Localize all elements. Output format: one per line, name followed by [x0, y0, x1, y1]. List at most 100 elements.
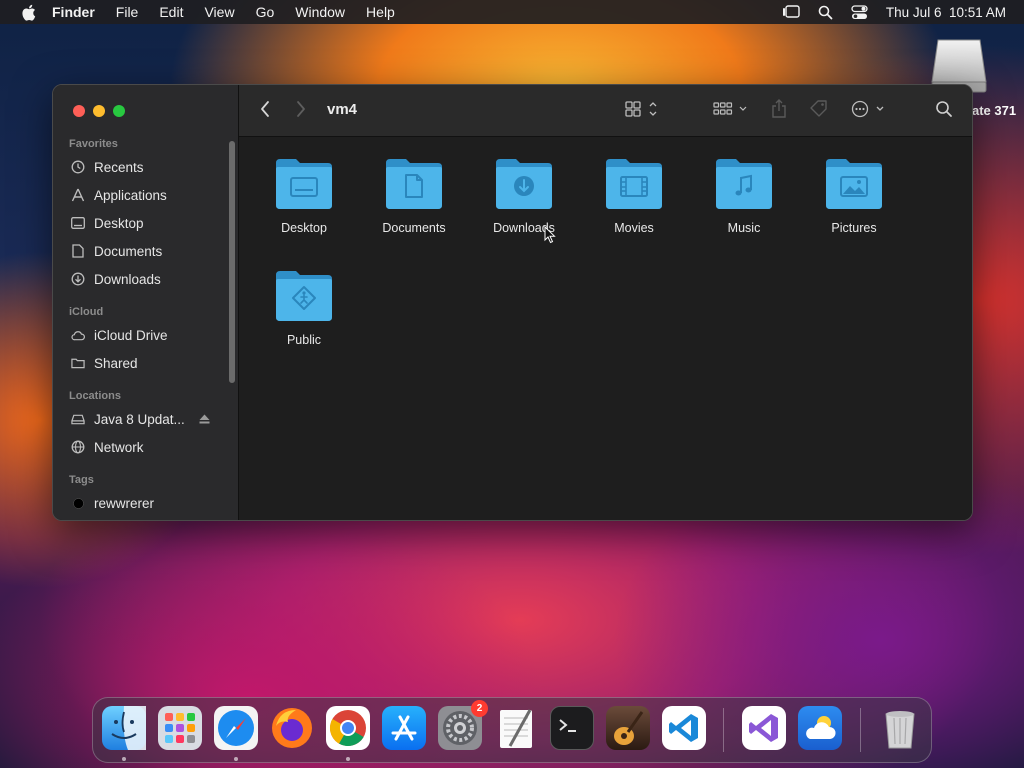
back-button[interactable] [259, 99, 271, 123]
settings-icon[interactable]: 2 [438, 700, 488, 750]
share-button[interactable] [771, 98, 787, 124]
folder-grid: Desktop Documents Downloads Movies Music… [239, 137, 972, 520]
tag-color-dot-icon [71, 496, 85, 510]
sidebar-header-favorites: Favorites [69, 138, 118, 150]
finder-icon[interactable] [102, 706, 146, 750]
finder-toolbar: vm4 [239, 85, 972, 137]
app-store-icon[interactable] [382, 706, 426, 750]
group-by-button[interactable] [713, 99, 749, 123]
menu-file[interactable]: File [116, 4, 139, 20]
search-button[interactable] [935, 99, 953, 123]
sidebar-item-desktop[interactable]: Desktop [53, 209, 227, 237]
trash-icon[interactable] [878, 706, 922, 750]
share-icon [771, 98, 787, 124]
folder-public-icon [276, 271, 332, 321]
folder-item-public[interactable]: Public [249, 269, 359, 347]
sidebar-item-downloads[interactable]: Downloads [53, 265, 227, 293]
firefox-icon[interactable] [270, 706, 314, 750]
folder-item-music[interactable]: Music [689, 157, 799, 235]
visual-studio-icon[interactable] [742, 706, 786, 750]
terminal-icon[interactable] [550, 706, 594, 750]
folder-item-pictures[interactable]: Pictures [799, 157, 909, 235]
guitar-icon[interactable] [606, 706, 650, 750]
icon-grid-view-icon [625, 100, 661, 123]
sidebar-item-label: Applications [94, 187, 167, 203]
folder-label: Desktop [281, 221, 327, 235]
running-indicator [234, 757, 238, 761]
zoom-window-button[interactable] [113, 105, 125, 117]
sidebar-item-recents[interactable]: Recents [53, 153, 227, 181]
stage-manager-icon[interactable] [782, 5, 800, 19]
vscode-icon[interactable] [662, 706, 706, 750]
sidebar-item-label: iCloud Drive [94, 327, 168, 343]
menu-edit[interactable]: Edit [159, 4, 183, 20]
folder-label: Pictures [831, 221, 877, 235]
folder-label: Music [727, 221, 761, 235]
view-mode-button[interactable] [625, 99, 661, 123]
folder-item-movies[interactable]: Movies [579, 157, 689, 235]
sidebar-header-locations: Locations [69, 390, 121, 402]
close-window-button[interactable] [73, 105, 85, 117]
folder-music-icon [716, 159, 772, 209]
sidebar-list[interactable]: Favorites Recents Applications Desktop D… [53, 135, 227, 520]
tag-button[interactable] [809, 99, 829, 123]
dock: 2 [92, 697, 932, 763]
sidebar-item-documents[interactable]: Documents [53, 237, 227, 265]
launchpad-icon[interactable] [158, 706, 202, 750]
drive-icon [71, 412, 85, 426]
globe-icon [71, 440, 85, 454]
menu-bar: Finder File Edit View Go Window Help Thu… [0, 0, 1024, 24]
sidebar-item-shared[interactable]: Shared [53, 349, 227, 377]
shared-folder-icon [71, 356, 85, 370]
menubar-clock[interactable]: Thu Jul 6 10:51 AM [886, 5, 1006, 20]
menu-app-name[interactable]: Finder [52, 4, 95, 20]
sidebar-item-label: Downloads [94, 271, 161, 287]
action-menu-button[interactable] [851, 99, 887, 123]
window-title: vm4 [327, 101, 358, 118]
mouse-cursor-icon [544, 225, 556, 249]
finder-content: vm4 Desktop Documents Downloads Movies M… [239, 85, 972, 520]
notification-badge: 2 [471, 700, 488, 717]
control-center-icon[interactable] [851, 4, 868, 20]
menu-window[interactable]: Window [295, 4, 345, 20]
desktop-drive-label[interactable]: ate 371 [972, 103, 1016, 118]
minimize-window-button[interactable] [93, 105, 105, 117]
folder-item-desktop[interactable]: Desktop [249, 157, 359, 235]
folder-item-documents[interactable]: Documents [359, 157, 469, 235]
sidebar-scrollbar[interactable] [229, 141, 235, 383]
sidebar-item-tag[interactable]: rewwrerer [53, 489, 227, 517]
sidebar-item-label: Network [94, 439, 144, 455]
safari-icon[interactable] [214, 706, 258, 750]
menu-view[interactable]: View [204, 4, 234, 20]
sidebar-header-tags: Tags [69, 474, 94, 486]
search-icon [935, 100, 953, 123]
sidebar-item-java-drive[interactable]: Java 8 Updat... [53, 405, 227, 433]
folder-label: Public [286, 333, 322, 347]
desktop-icon [71, 216, 85, 230]
folder-label: Documents [382, 221, 446, 235]
folder-movies-icon [606, 159, 662, 209]
weather-icon[interactable] [798, 706, 842, 750]
eject-icon[interactable] [199, 414, 210, 424]
chrome-icon[interactable] [326, 706, 370, 750]
sidebar-item-label: Documents [94, 243, 163, 259]
sidebar-item-label: Desktop [94, 215, 144, 231]
sidebar-header-icloud: iCloud [69, 306, 104, 318]
folder-item-downloads[interactable]: Downloads [469, 157, 579, 235]
menu-go[interactable]: Go [256, 4, 275, 20]
sidebar-item-label: rewwrerer [94, 495, 155, 511]
folder-documents-icon [386, 159, 442, 209]
applications-icon [71, 188, 85, 202]
folder-pictures-icon [826, 159, 882, 209]
sidebar-item-icloud-drive[interactable]: iCloud Drive [53, 321, 227, 349]
textedit-icon[interactable] [494, 706, 538, 750]
apple-menu-icon[interactable] [18, 4, 38, 21]
spotlight-search-icon[interactable] [818, 5, 833, 20]
forward-button[interactable] [295, 99, 307, 123]
menu-help[interactable]: Help [366, 4, 395, 20]
running-indicator [122, 757, 126, 761]
sidebar-item-network[interactable]: Network [53, 433, 227, 461]
tag-icon [809, 99, 829, 124]
sidebar-item-applications[interactable]: Applications [53, 181, 227, 209]
finder-window: Favorites Recents Applications Desktop D… [52, 84, 973, 521]
